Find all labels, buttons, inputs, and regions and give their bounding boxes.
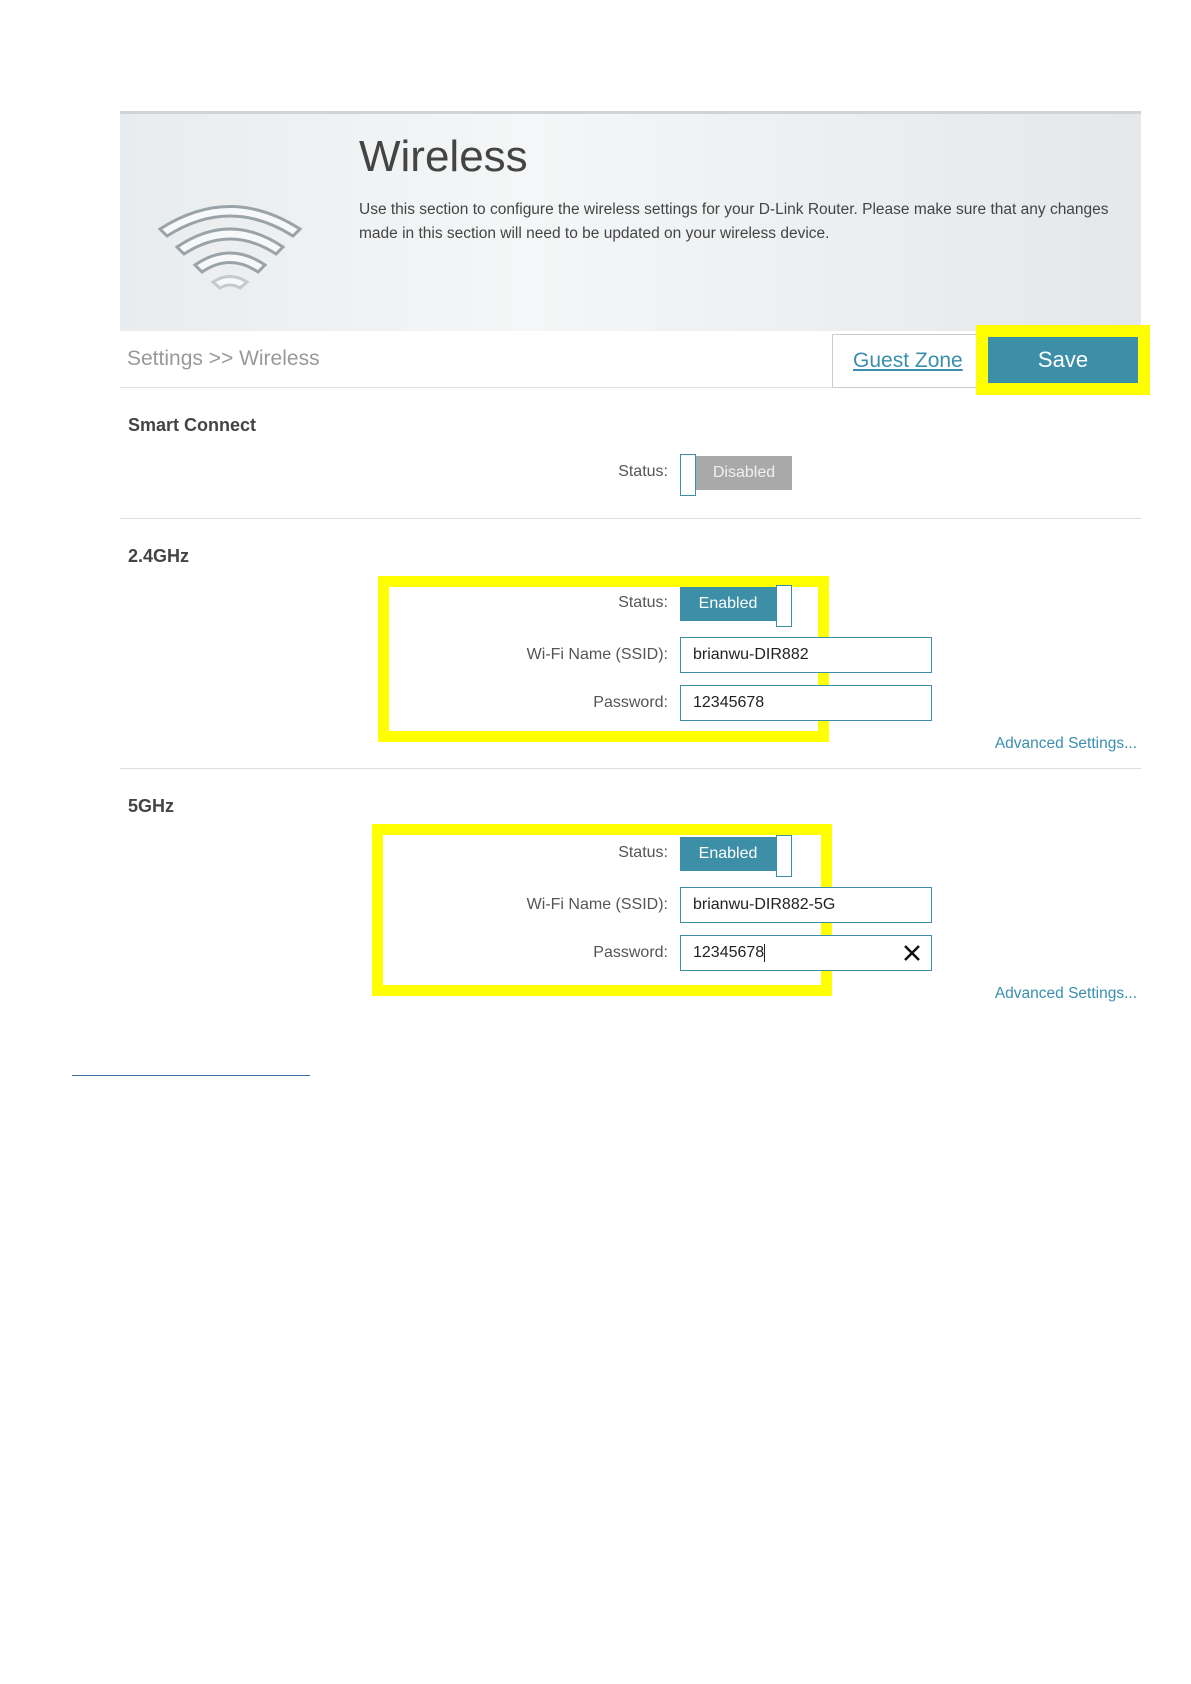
band-24-ssid-input[interactable]: brianwu-DIR882 [680,637,932,673]
band-5-section: 5GHz Status: Enabled Wi-Fi Name (SSID): … [120,769,1141,1019]
band-5-toggle[interactable]: Enabled [680,835,792,877]
breadcrumb: Settings >> Wireless [127,347,320,370]
text-cursor [764,943,766,962]
toggle-state-text: Disabled [696,456,792,490]
save-highlight: Save [976,325,1150,395]
band-24-status-label: Status: [618,594,668,611]
page-title: Wireless [359,132,528,181]
footnote-divider [72,1075,310,1076]
toggle-knob [776,835,792,877]
action-bar: Settings >> Wireless Guest Zone Save [120,325,1150,395]
save-button[interactable]: Save [988,337,1138,383]
band-24-ssid-label: Wi-Fi Name (SSID): [526,646,668,663]
smart-connect-title: Smart Connect [128,415,257,435]
band-24-password-label: Password: [593,694,668,711]
band-24-password-input[interactable]: 12345678 [680,685,932,721]
band-5-password-value: 12345678 [693,944,765,961]
wireless-panel: Wireless Use this section to configure t… [120,111,1150,1019]
guest-zone-tab: Guest Zone [832,334,982,388]
guest-zone-link[interactable]: Guest Zone [853,349,963,373]
band-5-ssid-input[interactable]: brianwu-DIR882-5G [680,887,932,923]
page-header: Wireless Use this section to configure t… [120,111,1141,331]
band-5-password-input[interactable]: 12345678 [680,935,932,971]
band-5-password-label: Password: [593,944,668,961]
wifi-icon [157,205,303,290]
clear-icon[interactable] [901,942,923,964]
smart-connect-status-label: Status: [618,463,668,480]
smart-connect-toggle[interactable]: Disabled [680,454,792,496]
band-5-ssid-label: Wi-Fi Name (SSID): [526,896,668,913]
page-description: Use this section to configure the wirele… [359,201,1109,242]
band-24-title: 2.4GHz [128,546,190,566]
band-5-advanced-settings-link[interactable]: Advanced Settings... [995,985,1137,1003]
toggle-state-text: Enabled [680,587,776,621]
toggle-knob [680,454,696,496]
toggle-state-text: Enabled [680,837,776,871]
band-24-advanced-settings-link[interactable]: Advanced Settings... [995,735,1137,753]
band-5-status-label: Status: [618,844,668,861]
toggle-knob [776,585,792,627]
smart-connect-section: Smart Connect Status: Disabled [120,388,1141,519]
band-24-section: 2.4GHz Status: Enabled Wi-Fi Name (SSID)… [120,519,1141,769]
band-24-toggle[interactable]: Enabled [680,585,792,627]
band-5-title: 5GHz [128,796,175,816]
